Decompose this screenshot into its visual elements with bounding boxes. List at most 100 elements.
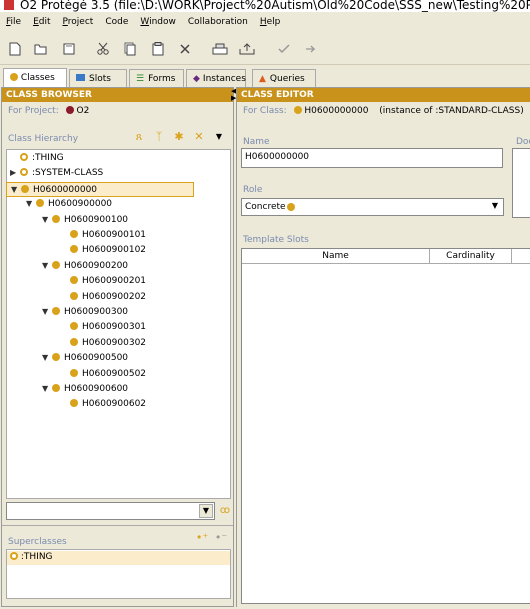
menu-label: Collaboration <box>187 17 248 27</box>
for-class-row: For Class: H0600000000 (instance of :STA… <box>243 106 524 116</box>
superclasses-label: Superclasses <box>8 537 67 547</box>
menu-help[interactable]: Help <box>254 14 287 32</box>
add-superclass-button-icon[interactable]: •⁺ <box>195 531 209 545</box>
delete-class-icon[interactable]: ✕ <box>192 130 206 144</box>
class-dot-icon <box>70 399 78 408</box>
thing-class-icon <box>10 552 18 560</box>
tree-item[interactable]: H0600900202 <box>10 290 146 305</box>
tab-classes[interactable]: Classes <box>3 68 67 88</box>
expand-toggle-icon[interactable]: ▼ <box>26 197 36 211</box>
tree-item[interactable]: ▼ H0600900000 <box>10 197 112 212</box>
undo-icon[interactable] <box>275 40 293 58</box>
bookmark-icon[interactable] <box>211 40 229 58</box>
tree-item[interactable]: H0600900301 <box>10 320 146 335</box>
superclasses-list[interactable]: :THING <box>6 549 231 599</box>
tree-item[interactable]: ▼ H0600900600 <box>10 382 128 397</box>
tree-item[interactable]: H0600900201 <box>10 274 146 289</box>
class-dot-icon <box>287 203 295 211</box>
delete-icon[interactable] <box>176 40 194 58</box>
export-icon[interactable] <box>238 40 256 58</box>
thing-class-icon <box>20 168 28 177</box>
menu-edit[interactable]: Edit <box>27 14 56 32</box>
template-slots-table[interactable]: Name Cardinality <box>241 248 530 604</box>
menu-collaboration[interactable]: Collaboration <box>182 14 254 32</box>
tree-item-label: H0600900202 <box>82 291 147 302</box>
menu-accelerator: E <box>33 17 39 27</box>
window-title: O2 Protégé 3.5 (file:\D:\WORK\Project%20… <box>20 0 530 12</box>
tree-item[interactable]: ▼ H0600900100 <box>10 213 128 228</box>
find-class-icon[interactable]: ጸ <box>132 130 146 144</box>
class-editor-header: CLASS EDITOR <box>237 88 530 102</box>
class-dot-icon <box>10 73 18 81</box>
open-file-icon[interactable] <box>32 40 50 58</box>
chevron-down-icon[interactable]: ▼ <box>199 504 213 518</box>
menu-accelerator: W <box>140 17 150 27</box>
expand-toggle-icon[interactable]: ▼ <box>42 213 52 227</box>
list-item[interactable]: :THING <box>7 551 230 565</box>
copy-icon[interactable] <box>121 40 139 58</box>
tab-slots[interactable]: Slots <box>69 69 127 87</box>
new-file-icon[interactable] <box>6 40 24 58</box>
documentation-label: Doc <box>516 137 530 147</box>
menu-window[interactable]: Window <box>134 14 182 32</box>
tree-item-label: H0600900302 <box>82 337 147 348</box>
add-superclass-icon[interactable]: ✱ <box>172 130 186 144</box>
tree-item[interactable]: H0600900502 <box>10 367 146 382</box>
cut-icon[interactable] <box>94 40 112 58</box>
tree-item[interactable]: ▼ H0600000000 <box>6 181 194 197</box>
name-field[interactable]: H0600000000 <box>241 148 503 168</box>
class-search-field[interactable]: ▼ <box>6 502 215 520</box>
class-dot-icon <box>52 353 60 362</box>
add-subclass-icon[interactable]: ᛉ <box>152 130 166 144</box>
tab-forms[interactable]: ☰ Forms <box>129 69 184 87</box>
expand-toggle-icon[interactable]: ▶ <box>10 166 20 180</box>
menu-project[interactable]: Project <box>57 14 100 32</box>
tab-instances[interactable]: ◆ Instances <box>186 69 246 87</box>
search-binoculars-icon[interactable]: ꝏ <box>218 504 232 518</box>
tree-item[interactable]: ▼ H0600900500 <box>10 351 128 366</box>
instance-diamond-icon: ◆ <box>193 74 200 84</box>
menu-code[interactable]: Code <box>99 14 134 32</box>
role-select[interactable]: Concrete ▼ <box>241 198 504 216</box>
expand-toggle-icon[interactable]: ▼ <box>42 382 52 396</box>
class-hierarchy-label: Class Hierarchy <box>8 134 79 144</box>
class-hierarchy-tree[interactable]: :THING ▶:SYSTEM-CLASS ▼ H0600000000 ▼ H060090… <box>6 149 231 499</box>
expand-toggle-icon[interactable]: ▼ <box>42 351 52 365</box>
redo-icon[interactable] <box>302 40 320 58</box>
save-icon[interactable] <box>60 40 78 58</box>
tree-item[interactable]: ▼ H0600900200 <box>10 259 128 274</box>
tab-queries[interactable]: ▲ Queries <box>252 69 316 87</box>
expand-toggle-icon[interactable]: ▼ <box>42 305 52 319</box>
column-header-name[interactable]: Name <box>242 249 430 264</box>
chevron-down-icon[interactable]: ▼ <box>488 200 502 214</box>
name-label: Name <box>243 137 270 147</box>
menu-accelerator: H <box>259 17 267 27</box>
remove-superclass-icon[interactable]: •⁻ <box>214 531 228 545</box>
toolbar <box>0 33 530 65</box>
expand-toggle-icon[interactable]: ▼ <box>42 259 52 273</box>
class-dot-icon <box>70 291 78 300</box>
column-header-cardinality[interactable]: Cardinality <box>430 249 512 264</box>
documentation-field[interactable] <box>512 148 530 218</box>
tree-item[interactable]: ▶:SYSTEM-CLASS <box>10 166 103 181</box>
class-browser-panel: CLASS BROWSER For Project: O2 Class Hier… <box>1 87 234 607</box>
tree-item[interactable]: :THING <box>10 151 64 166</box>
paste-icon[interactable] <box>149 40 167 58</box>
hierarchy-menu-icon[interactable]: ▼ <box>212 130 226 144</box>
class-dot-icon <box>70 230 78 238</box>
class-dot-icon <box>70 245 78 254</box>
expand-toggle-icon[interactable]: ▼ <box>11 183 21 197</box>
tree-item[interactable]: H0600900101 <box>10 228 146 243</box>
role-label: Role <box>243 185 263 195</box>
class-dot-icon <box>52 260 60 269</box>
class-dot-icon <box>52 307 60 315</box>
tree-item[interactable]: H0600900302 <box>10 336 146 351</box>
tree-item[interactable]: ▼ H0600900300 <box>10 305 128 320</box>
tree-item-label: H0600900602 <box>82 399 147 410</box>
tree-item[interactable]: H0600900602 <box>10 397 146 412</box>
menu-file[interactable]: File <box>0 14 27 32</box>
protege-app-icon <box>4 0 14 10</box>
class-dot-icon <box>70 368 78 377</box>
tree-item[interactable]: H0600900102 <box>10 243 146 258</box>
tree-item-label: H0600900600 <box>64 384 129 394</box>
